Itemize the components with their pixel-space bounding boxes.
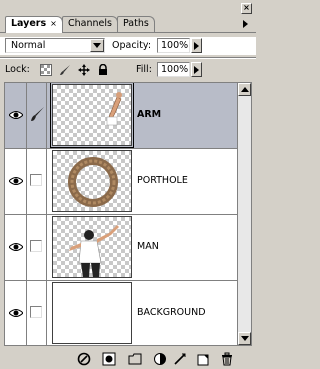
visibility-cell[interactable] bbox=[5, 149, 27, 214]
link-cell[interactable] bbox=[27, 215, 47, 280]
tab-layers[interactable]: Layers × bbox=[5, 16, 63, 33]
link-cell[interactable] bbox=[27, 83, 47, 148]
opacity-input[interactable]: 100% bbox=[157, 38, 190, 53]
lock-transparency-icon[interactable] bbox=[40, 64, 52, 76]
layers-list: ARM PORTHOLE MAN BACKGROUND bbox=[4, 82, 238, 346]
link-cell[interactable] bbox=[27, 281, 47, 345]
scroll-down-button[interactable] bbox=[238, 332, 251, 345]
layer-mask-icon[interactable] bbox=[128, 352, 142, 366]
visibility-cell[interactable] bbox=[5, 281, 27, 345]
paintbrush-icon bbox=[31, 107, 44, 121]
blend-dropdown-button[interactable] bbox=[90, 39, 104, 52]
tab-channels[interactable]: Channels bbox=[62, 16, 118, 32]
layer-name[interactable]: ARM bbox=[137, 109, 161, 120]
new-group-icon[interactable] bbox=[153, 352, 167, 366]
window-close-button[interactable]: × bbox=[241, 3, 252, 14]
link-checkbox[interactable] bbox=[30, 240, 42, 252]
layers-panel: Layers × Channels Paths × Normal Opacity:… bbox=[0, 0, 256, 369]
lock-all-padlock-icon[interactable] bbox=[97, 63, 109, 76]
opacity-label: Opacity: bbox=[112, 40, 152, 51]
panel-menu-icon[interactable] bbox=[240, 19, 250, 29]
layer-row-arm[interactable]: ARM bbox=[5, 83, 237, 149]
delete-layer-icon[interactable] bbox=[220, 352, 234, 366]
layer-thumbnail-porthole bbox=[52, 150, 132, 212]
tab-paths-label: Paths bbox=[123, 18, 149, 29]
link-checkbox[interactable] bbox=[30, 174, 42, 186]
lock-position-move-icon[interactable] bbox=[78, 64, 90, 76]
chevron-down-icon bbox=[93, 43, 101, 48]
layer-style-icon[interactable] bbox=[102, 352, 116, 366]
link-layers-icon[interactable] bbox=[77, 352, 91, 366]
layer-row-man[interactable]: MAN bbox=[5, 215, 237, 281]
fill-label: Fill: bbox=[136, 64, 152, 75]
tab-strip: Layers × Channels Paths × bbox=[0, 0, 256, 33]
layer-row-porthole[interactable]: PORTHOLE bbox=[5, 149, 237, 215]
eye-icon bbox=[9, 243, 23, 251]
lock-label: Lock: bbox=[5, 64, 30, 75]
bottom-toolbar bbox=[0, 349, 256, 369]
layer-row-background[interactable]: BACKGROUND bbox=[5, 281, 237, 345]
scroll-up-button[interactable] bbox=[238, 83, 251, 96]
arrow-right-icon bbox=[194, 42, 199, 50]
layer-name[interactable]: BACKGROUND bbox=[137, 307, 206, 318]
blend-row: Normal Opacity: 100% bbox=[0, 37, 256, 55]
arrow-right-icon bbox=[194, 66, 199, 74]
tab-layers-label: Layers bbox=[11, 18, 47, 29]
eye-icon bbox=[9, 177, 23, 185]
blend-mode-value: Normal bbox=[11, 40, 46, 51]
window-close-icon: × bbox=[243, 3, 250, 12]
fill-slider-button[interactable] bbox=[191, 62, 202, 77]
fill-input[interactable]: 100% bbox=[157, 62, 190, 77]
layer-name[interactable]: PORTHOLE bbox=[137, 175, 188, 186]
link-checkbox[interactable] bbox=[30, 306, 42, 318]
layer-thumbnail-man bbox=[52, 216, 132, 278]
opacity-slider-button[interactable] bbox=[191, 38, 202, 53]
visibility-cell[interactable] bbox=[5, 83, 27, 148]
divider-highlight bbox=[0, 58, 256, 59]
layers-scrollbar[interactable] bbox=[238, 82, 252, 346]
tab-paths[interactable]: Paths bbox=[117, 16, 155, 32]
tab-channels-label: Channels bbox=[68, 18, 112, 29]
layer-thumbnail-arm bbox=[50, 83, 134, 148]
arrow-up-icon bbox=[241, 87, 249, 92]
visibility-cell[interactable] bbox=[5, 215, 27, 280]
arrow-down-icon bbox=[241, 336, 249, 341]
eye-icon bbox=[9, 111, 23, 119]
layer-name[interactable]: MAN bbox=[137, 241, 159, 252]
lock-pixels-brush-icon[interactable] bbox=[59, 64, 71, 76]
tab-close-icon[interactable]: × bbox=[50, 17, 57, 31]
link-cell[interactable] bbox=[27, 149, 47, 214]
blend-mode-select[interactable]: Normal bbox=[5, 38, 105, 53]
adjustment-layer-icon[interactable] bbox=[173, 352, 187, 366]
new-layer-icon[interactable] bbox=[196, 352, 210, 366]
eye-icon bbox=[9, 309, 23, 317]
lock-row: Lock: Fill: 100% bbox=[0, 61, 256, 79]
layer-thumbnail-background bbox=[52, 282, 132, 344]
